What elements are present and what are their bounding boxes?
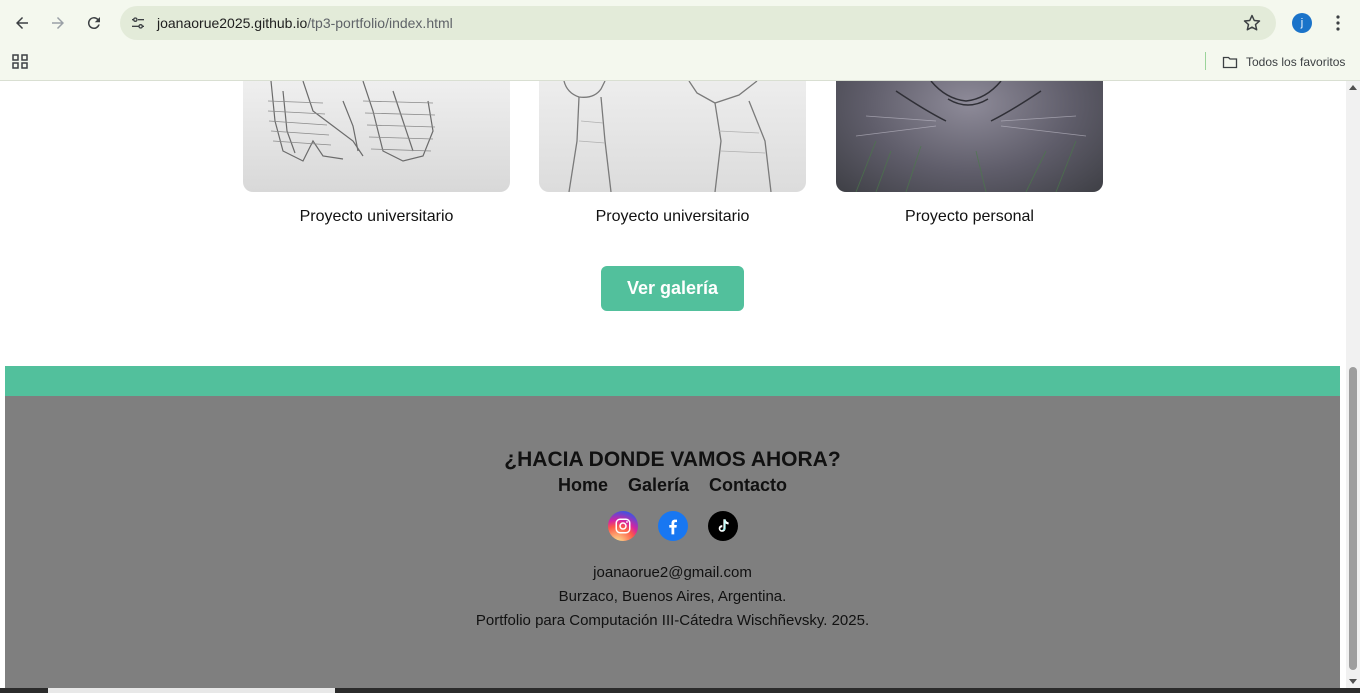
page-scrollbar[interactable] (1346, 81, 1360, 688)
footer-title: ¿HACIA DONDE VAMOS AHORA? (504, 448, 841, 471)
site-footer: ¿HACIA DONDE VAMOS AHORA? Home Galería C… (5, 396, 1340, 688)
forward-button[interactable] (44, 9, 72, 37)
page-viewport: Proyecto universitario Proyecto universi… (0, 81, 1346, 688)
footer-credits: Portfolio para Computación III-Cátedra W… (475, 612, 870, 629)
address-bar[interactable]: joanaorue2025.github.io/tp3-portfolio/in… (120, 6, 1276, 40)
footer-nav-home[interactable]: Home (558, 475, 608, 496)
taskbar-window-preview[interactable] (48, 688, 335, 693)
scroll-down-arrow-icon[interactable] (1349, 679, 1357, 684)
bookmarks-bar: Todos los favoritos (0, 46, 1360, 81)
profile-avatar[interactable]: j (1292, 13, 1312, 33)
facebook-icon[interactable] (657, 511, 688, 541)
project-caption: Proyecto personal (905, 208, 1034, 225)
url-domain: joanaorue2025.github.io (157, 15, 308, 31)
bookmarks-folder-label: Todos los favoritos (1246, 55, 1346, 69)
project-caption: Proyecto universitario (595, 208, 750, 225)
project-card[interactable]: Proyecto personal (836, 81, 1103, 226)
tiktok-icon[interactable] (707, 511, 738, 541)
scroll-up-arrow-icon[interactable] (1349, 85, 1357, 90)
project-card[interactable]: Proyecto universitario (243, 81, 510, 226)
project-card[interactable]: Proyecto universitario (539, 81, 806, 226)
footer-nav: Home Galería Contacto (5, 475, 1340, 496)
back-button[interactable] (8, 9, 36, 37)
footer-accent-band (5, 366, 1340, 396)
footer-email[interactable]: joanaorue2@gmail.com (5, 564, 1340, 581)
project-image-hands-drawing[interactable] (539, 81, 806, 192)
footer-nav-contacto[interactable]: Contacto (709, 475, 787, 496)
arrow-right-icon (52, 17, 64, 29)
bookmarks-folder[interactable]: Todos los favoritos (1222, 52, 1345, 72)
apps-grid-icon[interactable] (12, 53, 30, 71)
menu-kebab-icon[interactable] (1328, 12, 1348, 34)
folder-icon (1222, 56, 1238, 69)
instagram-icon[interactable] (607, 511, 638, 541)
project-image-elephant-drawing[interactable] (243, 81, 510, 192)
footer-nav-galeria[interactable]: Galería (628, 475, 689, 496)
arrow-left-icon (16, 17, 28, 29)
site-info-icon[interactable] (128, 13, 148, 33)
reload-icon (87, 17, 100, 30)
browser-toolbar: joanaorue2025.github.io/tp3-portfolio/in… (0, 0, 1360, 46)
social-links (5, 511, 1340, 541)
bookmark-star-icon[interactable] (1242, 13, 1262, 33)
os-taskbar (0, 688, 1360, 693)
url-text: joanaorue2025.github.io/tp3-portfolio/in… (157, 15, 453, 31)
footer-location: Burzaco, Buenos Aires, Argentina. (558, 588, 787, 605)
reload-button[interactable] (80, 9, 108, 37)
scrollbar-thumb[interactable] (1349, 367, 1357, 670)
project-caption: Proyecto universitario (299, 208, 454, 225)
url-path: /tp3-portfolio/index.html (307, 15, 453, 31)
ver-galeria-button[interactable]: Ver galería (601, 266, 744, 311)
project-image-tiger-drawing[interactable] (836, 81, 1103, 192)
bookmarks-separator (1205, 52, 1206, 70)
